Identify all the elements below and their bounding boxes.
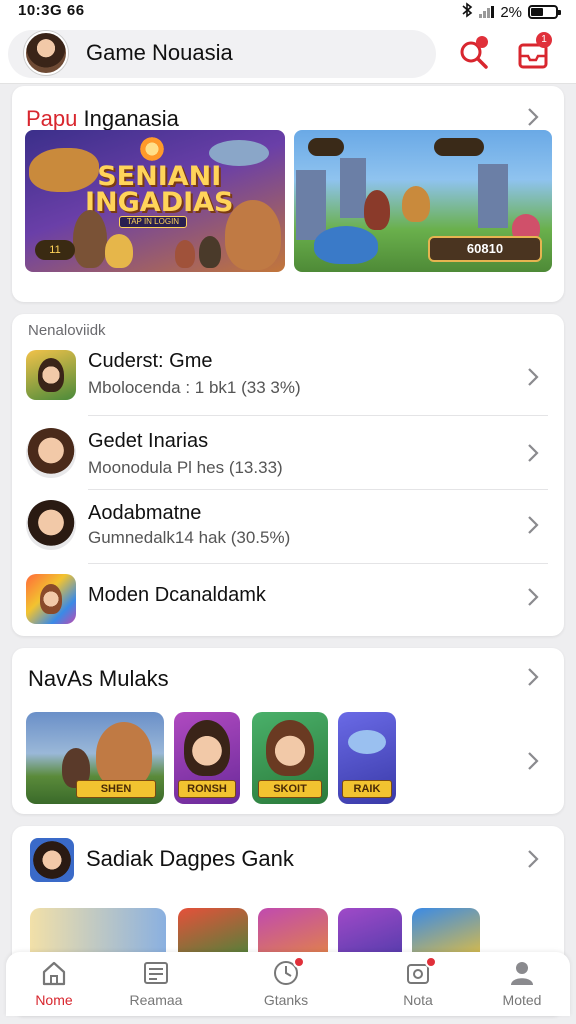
featured-card: Papu Inganasia SENIANI INGADIAS TAP IN L… — [12, 86, 564, 302]
notification-badge: 1 — [536, 32, 552, 48]
banner-logo: SENIANI INGADIAS — [85, 161, 234, 218]
featured-games-title: Sadiak Dagpes Gank — [86, 846, 294, 871]
hud-chip — [308, 138, 344, 156]
list-item-subtitle: Gumnedalk14 hak (30.5%) — [88, 528, 291, 547]
game-icon — [26, 500, 76, 550]
game-tile-label: SKOIT — [258, 780, 322, 798]
chevron-right-icon[interactable] — [526, 848, 540, 870]
banner-coin-count: 11 — [35, 240, 75, 260]
signal-icon — [479, 6, 495, 18]
game-tile[interactable]: RAIK — [338, 712, 396, 804]
featured-banner-1[interactable]: SENIANI INGADIAS TAP IN LOGIN 11 — [25, 130, 285, 272]
new-games-title: NavAs Mulaks — [28, 666, 169, 691]
featured-banner-2[interactable]: 60810 — [294, 130, 552, 272]
banner-strip: TAP IN LOGIN — [119, 216, 187, 228]
chevron-right-icon — [526, 366, 540, 388]
bluetooth-icon — [461, 2, 473, 22]
chevron-right-icon[interactable] — [526, 750, 540, 772]
nav-item-home[interactable]: Nome — [6, 958, 102, 1014]
inbox-button[interactable]: 1 — [516, 32, 552, 72]
character-graphic — [364, 190, 390, 230]
fox-character-graphic — [225, 200, 281, 270]
character-graphic — [199, 236, 221, 268]
game-tile[interactable]: SKOIT — [252, 712, 328, 804]
castle-graphic — [340, 158, 366, 218]
search-badge-dot — [476, 36, 488, 48]
game-tile-label: SHEN — [76, 780, 156, 798]
character-graphic — [314, 226, 378, 264]
notification-dot — [293, 956, 305, 968]
chevron-right-icon — [526, 442, 540, 464]
list-item-title: Moden Dcanaldamk — [88, 584, 266, 606]
status-time: 10:3G 66 — [18, 2, 85, 19]
list-item[interactable]: Moden Dcanaldamk — [12, 564, 564, 632]
game-icon — [26, 574, 76, 624]
character-graphic — [105, 234, 133, 268]
news-icon — [141, 958, 171, 988]
game-icon — [26, 428, 76, 478]
nav-label: Moted — [502, 992, 542, 1008]
list-item[interactable]: Gedet Inarias Moonodula Pl hes (13.33) — [12, 416, 564, 490]
game-tile-label: RONSH — [178, 780, 236, 798]
nav-item-news[interactable]: Reamaa — [108, 958, 204, 1014]
search-icon — [456, 41, 492, 76]
game-icon — [26, 350, 76, 400]
character-graphic — [402, 186, 430, 222]
game-tile[interactable]: SHEN — [26, 712, 164, 804]
castle-graphic — [478, 164, 508, 228]
bottom-navigation: Nome Reamaa Gtanks Nota Moted — [6, 952, 570, 1016]
home-icon — [39, 958, 69, 988]
character-graphic — [175, 240, 195, 268]
character-graphic — [73, 210, 107, 268]
list-item[interactable]: Cuderst: Gme Mbolocenda : 1 bk1 (33 3%) — [12, 342, 564, 416]
nav-label: Gtanks — [263, 992, 309, 1008]
nav-item-notes[interactable]: Nota — [370, 956, 466, 1014]
game-list-card: Nenaloviidk Cuderst: Gme Mbolocenda : 1 … — [12, 314, 564, 636]
castle-graphic — [296, 170, 326, 240]
notes-icon — [403, 956, 437, 988]
chevron-right-icon[interactable] — [526, 106, 540, 128]
battery-icon — [528, 5, 561, 19]
game-tile[interactable]: RONSH — [174, 712, 240, 804]
star-icon — [137, 134, 167, 164]
status-bar: 10:3G 66 2% — [0, 0, 576, 22]
nav-label: Nota — [403, 992, 433, 1008]
app-title: Game Nouasia — [86, 40, 233, 65]
game-icon — [30, 838, 74, 882]
nav-label: Reamaa — [129, 992, 183, 1008]
hud-chip — [434, 138, 484, 156]
games-icon — [271, 956, 305, 988]
inbox-icon — [516, 43, 552, 76]
chevron-right-icon — [526, 586, 540, 608]
list-item-subtitle: Moonodula Pl hes (13.33) — [88, 458, 283, 477]
banner-score: 60810 — [428, 236, 542, 262]
chevron-right-icon — [526, 514, 540, 536]
nav-item-profile[interactable]: Moted — [474, 958, 570, 1014]
list-item-title: Cuderst: Gme — [88, 350, 213, 372]
nav-item-games[interactable]: Gtanks — [238, 956, 334, 1014]
profile-icon — [507, 958, 537, 988]
new-games-card: NavAs Mulaks SHEN RONSH SKOIT RAIK — [12, 648, 564, 814]
featured-title: Papu Inganasia — [26, 106, 179, 131]
list-item-title: Aodabmatne — [88, 502, 202, 524]
game-tile-label: RAIK — [342, 780, 392, 798]
search-button[interactable] — [456, 36, 492, 72]
nav-label: Nome — [35, 992, 73, 1008]
list-item-subtitle: Mbolocenda : 1 bk1 (33 3%) — [88, 378, 301, 397]
app-header: Game Nouasia 1 — [0, 22, 576, 84]
notification-dot — [425, 956, 437, 968]
battery-percent: 2% — [500, 3, 522, 21]
list-item-title: Gedet Inarias — [88, 430, 209, 452]
list-item[interactable]: Aodabmatne Gumnedalk14 hak (30.5%) — [12, 490, 564, 564]
avatar[interactable] — [24, 31, 68, 75]
list-subtitle: Nenaloviidk — [28, 322, 106, 339]
chevron-right-icon[interactable] — [526, 666, 540, 688]
